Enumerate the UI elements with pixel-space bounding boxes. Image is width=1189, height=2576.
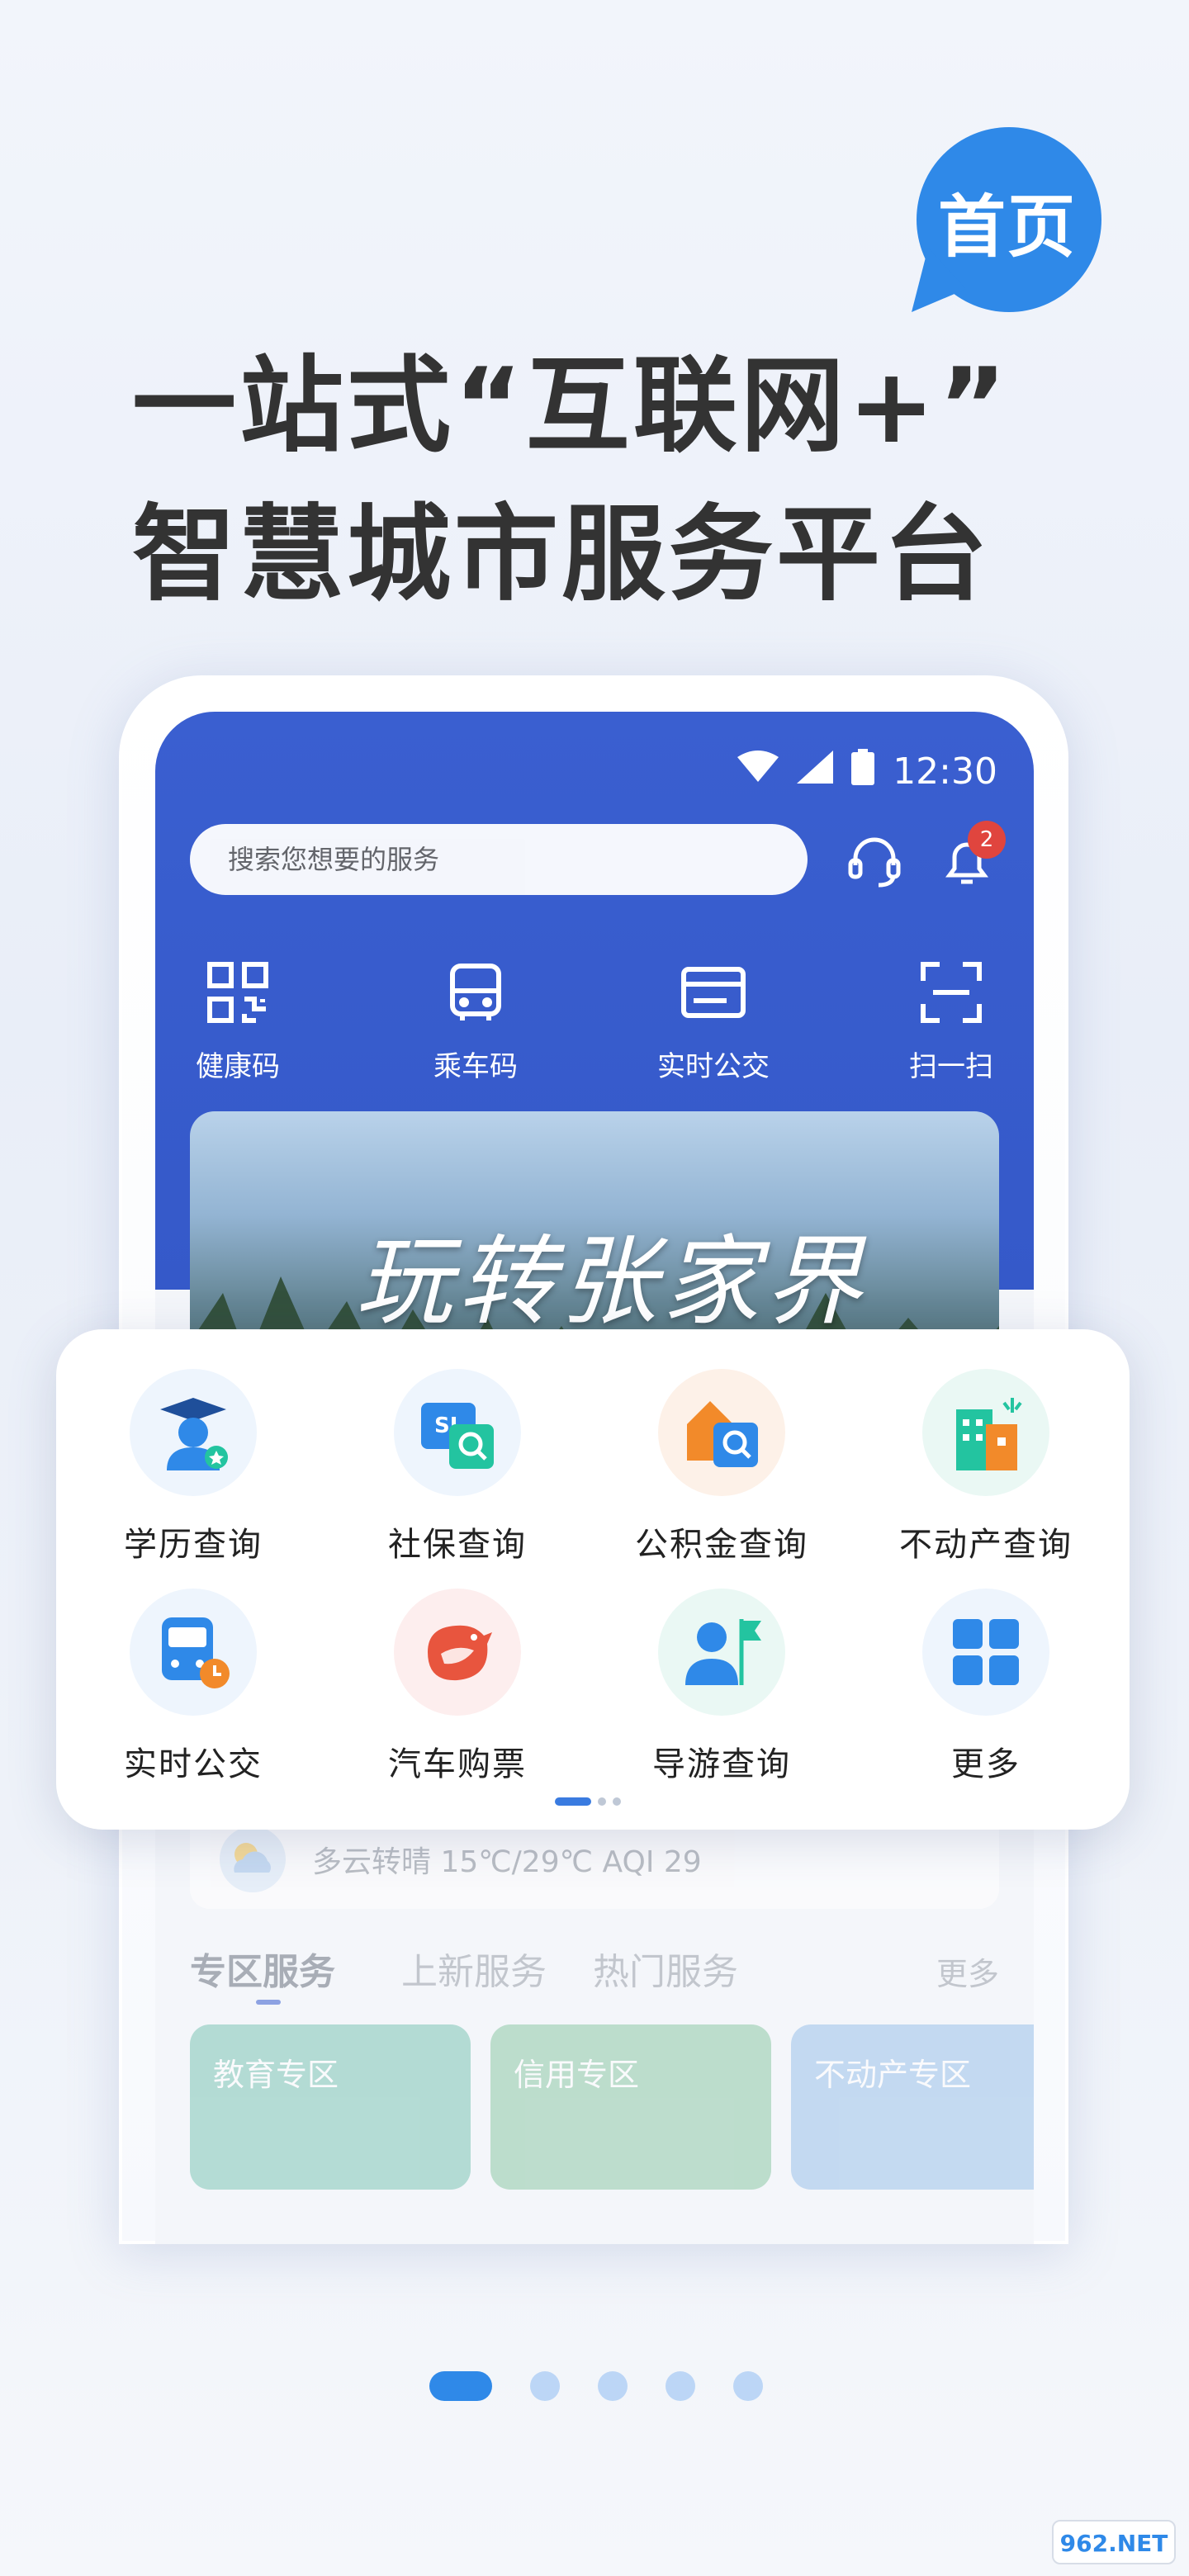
- zone-card-education[interactable]: 教育专区: [190, 2024, 471, 2190]
- active-tab-indicator: [256, 2000, 281, 2005]
- card-page-dot: [598, 1797, 606, 1806]
- quick-action-label: 扫一扫: [909, 1050, 993, 1083]
- pager-dot[interactable]: [598, 2371, 628, 2401]
- signal-icon: [797, 750, 834, 793]
- service-tabs: 专区服务 上新服务 热门服务 更多: [190, 1942, 999, 2005]
- service-label: 实时公交: [124, 1745, 263, 1783]
- home-lower-section: 多云转晴 15℃/29℃ AQI 29 专区服务 上新服务 热门服务 更多 教育…: [155, 1810, 1034, 2244]
- quick-action-health-code[interactable]: 健康码: [155, 959, 320, 1084]
- zone-card-credit[interactable]: 信用专区: [490, 2024, 771, 2190]
- pager-dot[interactable]: [666, 2371, 695, 2401]
- headline-line-1: 一站式“互联网+”: [132, 345, 1011, 466]
- zone-card-real-estate[interactable]: 不动产专区: [791, 2024, 1034, 2190]
- battery-icon: [851, 748, 875, 794]
- tab-zone-services[interactable]: 专区服务: [190, 1942, 335, 1995]
- bus-icon: [130, 1589, 257, 1716]
- quick-action-label: 实时公交: [657, 1050, 770, 1083]
- service-more[interactable]: 更多: [862, 1589, 1110, 1785]
- quick-action-bus-code[interactable]: 乘车码: [393, 959, 558, 1084]
- bubble-label: 首页: [937, 188, 1077, 267]
- social-security-icon: SI: [394, 1369, 521, 1496]
- pager-dot[interactable]: [530, 2371, 560, 2401]
- real-estate-icon: [922, 1369, 1049, 1496]
- weather-text: 多云转晴 15℃/29℃ AQI 29: [312, 1845, 702, 1879]
- search-input[interactable]: 搜索您想要的服务: [190, 824, 808, 895]
- service-education-query[interactable]: 学历查询: [69, 1369, 317, 1565]
- service-housing-fund-query[interactable]: 公积金查询: [598, 1369, 846, 1565]
- home-bubble: 首页: [912, 124, 1103, 314]
- quick-action-label: 健康码: [196, 1050, 280, 1083]
- service-real-estate-query[interactable]: 不动产查询: [862, 1369, 1110, 1565]
- bus-card-icon: [680, 959, 746, 1025]
- headline-line-2: 智慧城市服务平台: [132, 494, 991, 615]
- wifi-icon: [737, 750, 779, 793]
- service-social-security-query[interactable]: SI 社保查询: [334, 1369, 581, 1565]
- tab-hot-services[interactable]: 热门服务: [593, 1942, 738, 1995]
- quick-action-scan[interactable]: 扫一扫: [869, 959, 1034, 1084]
- scan-icon: [918, 959, 984, 1025]
- grid-more-icon: [922, 1589, 1049, 1716]
- screenshot-pager: [429, 2371, 801, 2401]
- housing-fund-icon: [658, 1369, 785, 1496]
- service-label: 不动产查询: [899, 1526, 1073, 1564]
- status-time: 12:30: [893, 750, 997, 793]
- service-label: 社保查询: [388, 1526, 527, 1564]
- service-guide-query[interactable]: 导游查询: [598, 1589, 846, 1785]
- service-label: 学历查询: [124, 1526, 263, 1564]
- service-bus-ticket[interactable]: 汽车购票: [334, 1589, 581, 1785]
- quick-action-label: 乘车码: [433, 1050, 518, 1083]
- services-card: 学历查询 SI 社保查询 公积金查询 不动产查询 实时公交 汽车购票 导游查询 …: [56, 1329, 1130, 1830]
- service-label: 导游查询: [652, 1745, 791, 1783]
- customer-service-icon[interactable]: [846, 832, 903, 890]
- site-watermark: 962.NET: [1052, 2520, 1176, 2564]
- guide-flag-icon: [658, 1589, 785, 1716]
- card-page-dot-active: [555, 1797, 591, 1806]
- service-realtime-bus[interactable]: 实时公交: [69, 1589, 317, 1785]
- tabs-more-link[interactable]: 更多: [936, 1949, 999, 1994]
- qr-code-icon: [205, 959, 271, 1025]
- graduate-icon: [130, 1369, 257, 1496]
- pager-dot[interactable]: [733, 2371, 763, 2401]
- cloudy-weather-icon: [220, 1826, 286, 1892]
- card-page-indicator: [555, 1797, 628, 1807]
- service-label: 更多: [951, 1745, 1021, 1783]
- service-label: 公积金查询: [635, 1526, 808, 1564]
- card-page-dot: [613, 1797, 621, 1806]
- bird-ticket-icon: [394, 1589, 521, 1716]
- status-bar: 12:30: [737, 746, 997, 796]
- tab-new-services[interactable]: 上新服务: [401, 1942, 547, 1995]
- notification-badge: 2: [968, 821, 1006, 859]
- quick-action-realtime-bus[interactable]: 实时公交: [631, 959, 796, 1084]
- bus-code-icon: [443, 959, 509, 1025]
- banner-title: 玩转张家界: [355, 1224, 868, 1338]
- service-label: 汽车购票: [388, 1745, 527, 1783]
- pager-dot-active[interactable]: [429, 2371, 492, 2401]
